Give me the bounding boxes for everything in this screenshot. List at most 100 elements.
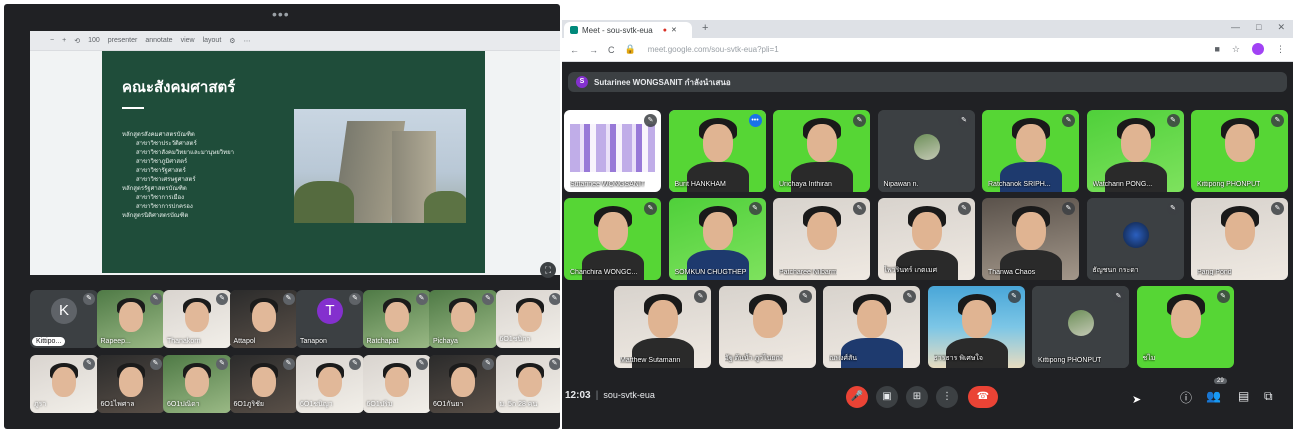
participant-avatar: [1068, 310, 1094, 336]
bookmark-star-icon[interactable]: ☆: [1232, 44, 1240, 55]
meeting-details-icon[interactable]: ⓘ: [1180, 389, 1192, 406]
participant-name: Chanchira WONGC...: [570, 269, 638, 276]
tab-meet[interactable]: Meet - sou-svtk-eua ● ✕: [564, 22, 692, 38]
participant-thumb[interactable]: T ✎ Tanapon: [296, 290, 364, 348]
participant-name: Kittipong PHONPUT: [1038, 357, 1102, 364]
pinned-name-chip[interactable]: Kittipo...: [32, 337, 66, 346]
participant-name: ธัญชนก กระดา: [1092, 267, 1139, 274]
participant-tile[interactable]: ✎ Patcharee Nilbarm: [773, 198, 870, 280]
slide-tool-2[interactable]: ⟲: [74, 37, 80, 45]
participant-tile[interactable]: ✎ Nipawan n.: [877, 110, 975, 192]
participant-thumb[interactable]: ✎ 6O1ไพศาล: [96, 355, 165, 413]
participant-tile[interactable]: ✎ Thanwa Chaos: [982, 198, 1079, 280]
slide-tool-4[interactable]: presenter: [108, 37, 138, 44]
mic-muted-icon: ✎: [903, 290, 916, 303]
participant-name: Matthew Sutamann: [620, 357, 681, 364]
profile-avatar[interactable]: [1252, 43, 1264, 55]
participant-avatar: K: [51, 298, 77, 324]
present-button[interactable]: ⊞: [906, 386, 928, 408]
participant-tile[interactable]: ✎ Kittipong PHONPUT: [1032, 286, 1129, 368]
participant-tile[interactable]: ✎ ไพวรินทร์ เกตเมศ: [877, 198, 975, 280]
participant-name: ภูรา: [34, 401, 47, 408]
more-options-icon[interactable]: •••: [272, 6, 290, 22]
url-field[interactable]: meet.google.com/sou-svtk-eua?pli=1: [648, 45, 779, 54]
close-tab-icon[interactable]: ✕: [671, 26, 677, 34]
slide-tool-7[interactable]: layout: [203, 37, 222, 44]
shared-screen: − + ⟲ 100 presenter annotate view layout ⚙ ⋯ คณะส…: [30, 31, 560, 275]
participant-tile[interactable]: ✎ Pang Pond: [1191, 198, 1288, 280]
presenter-avatar-icon: S: [576, 76, 588, 88]
participant-tile[interactable]: ✎ Urichaya Inthiran: [773, 110, 870, 192]
participant-thumb[interactable]: K ✎ Kittipo...: [30, 290, 98, 348]
slide-tool-5[interactable]: annotate: [145, 37, 172, 44]
participant-tile[interactable]: ✎ ชไม: [1136, 286, 1234, 368]
slide-list-item: สาขาวิชาสังคมวิทยาและมานุษยวิทยา: [136, 150, 234, 156]
participant-tile[interactable]: ✎ Chanchira WONGC...: [564, 198, 661, 280]
reload-icon[interactable]: C: [608, 45, 615, 55]
slide-divider: [122, 107, 144, 109]
new-tab-button[interactable]: +: [702, 22, 708, 34]
participant-thumb[interactable]: ✎ ภูรา: [30, 355, 98, 413]
mic-muted-icon: ✎: [748, 202, 762, 215]
maximize-button[interactable]: □: [1256, 22, 1261, 33]
participant-thumb[interactable]: ✎ Ratchapat: [362, 290, 431, 348]
back-icon[interactable]: ←: [570, 45, 579, 55]
participant-tile[interactable]: ✎ Ratchanok SRIPH...: [982, 110, 1079, 192]
participant-tile[interactable]: ✎ SOMKUN CHUGTHEP: [668, 198, 766, 280]
participant-thumb[interactable]: ✎ Rapeep...: [96, 290, 165, 348]
participant-tile[interactable]: ••• Burit HANKHAM: [668, 110, 766, 192]
close-window-button[interactable]: ✕: [1277, 22, 1285, 33]
slide-tool-8[interactable]: ⚙: [229, 37, 235, 45]
participant-thumb[interactable]: ✎ Pichaya: [429, 290, 497, 348]
participant-tile[interactable]: ✎ Watcharin PONG...: [1086, 110, 1184, 192]
forward-icon[interactable]: →: [589, 45, 598, 55]
presenter-banner: S Sutarinee WONGSANIT กำลังนำเสนอ: [568, 72, 1287, 92]
participant-thumb[interactable]: ✎ Thanakorn: [163, 290, 231, 348]
participant-thumb[interactable]: ✎ 6O1ปริม: [362, 355, 431, 413]
lock-icon[interactable]: 🔒: [625, 44, 636, 55]
participant-tile[interactable]: ✎ ธัญชนก กระดา: [1086, 198, 1184, 280]
participant-thumb[interactable]: ✎ ม. 5ก 28 คน: [495, 355, 560, 413]
participant-tile[interactable]: ✎ อัฐ ต้นน้ำ ภูวไนยกร: [718, 286, 816, 368]
meeting-time: 12:03: [565, 390, 591, 401]
slide-tool-1[interactable]: +: [62, 37, 66, 44]
camera-button[interactable]: ▣: [876, 386, 898, 408]
mic-muted-icon: ✎: [798, 290, 812, 303]
mic-muted-icon: ✎: [216, 293, 228, 305]
participant-tile[interactable]: ✎ ณพงศ์สัน: [823, 286, 920, 368]
participant-name: Kittipong PHONPUT: [1197, 181, 1261, 188]
mic-muted-icon: ✎: [83, 293, 95, 305]
mic-muted-icon: ✎: [349, 293, 361, 305]
activities-icon[interactable]: ⧉: [1264, 389, 1273, 404]
people-icon[interactable]: 👥: [1206, 389, 1221, 403]
participant-tile[interactable]: ✎ Matthew Sutamann: [614, 286, 711, 368]
participant-thumb[interactable]: ✎ 6O1ปณิดา: [163, 355, 231, 413]
mic-off-button[interactable]: 🎤: [846, 386, 868, 408]
participant-tile[interactable]: ✎ Sutarinee WONGSANIT: [564, 110, 661, 192]
browser-menu-icon[interactable]: ⋮: [1276, 44, 1285, 55]
participant-thumb[interactable]: ✎ 6O1ชนิกา: [495, 290, 560, 348]
participant-thumb[interactable]: ✎ Attapol: [229, 290, 298, 348]
slide-tool-3[interactable]: 100: [88, 37, 100, 44]
leave-call-button[interactable]: ☎: [968, 386, 998, 408]
participant-thumb[interactable]: ✎ 6O1กันยา: [429, 355, 497, 413]
mic-muted-icon: ✎: [149, 293, 162, 305]
participant-name: Tanapon: [300, 338, 327, 345]
participant-name: ณพงศ์สัน: [829, 355, 858, 362]
participant-thumb[interactable]: ✎ 6O1ภูริชัย: [229, 355, 298, 413]
more-options-button[interactable]: ⋮: [936, 386, 958, 408]
minimize-button[interactable]: —: [1231, 22, 1240, 33]
participant-thumb[interactable]: ✎ 6O1ชนิญา: [296, 355, 364, 413]
camera-indicator-icon[interactable]: ■: [1214, 44, 1219, 54]
participant-tile[interactable]: ✎ ธารธาร พิเศษใจ: [927, 286, 1025, 368]
chat-icon[interactable]: ▤: [1238, 389, 1249, 403]
mic-muted-icon: ✎: [1271, 114, 1284, 127]
participant-avatar: [1122, 222, 1149, 248]
slide-tool-9[interactable]: ⋯: [244, 37, 251, 45]
fullscreen-icon[interactable]: ⛶: [540, 262, 556, 278]
left-meet-window: ••• − + ⟲ 100 presenter annotate view layout ⚙ ⋯ …: [4, 4, 560, 429]
slide-tool-6[interactable]: view: [181, 37, 195, 44]
participant-tile[interactable]: ✎ Kittipong PHONPUT: [1191, 110, 1288, 192]
slide-tool-0[interactable]: −: [50, 37, 54, 44]
omnibar-actions: ■ ☆ ⋮: [1214, 43, 1285, 55]
